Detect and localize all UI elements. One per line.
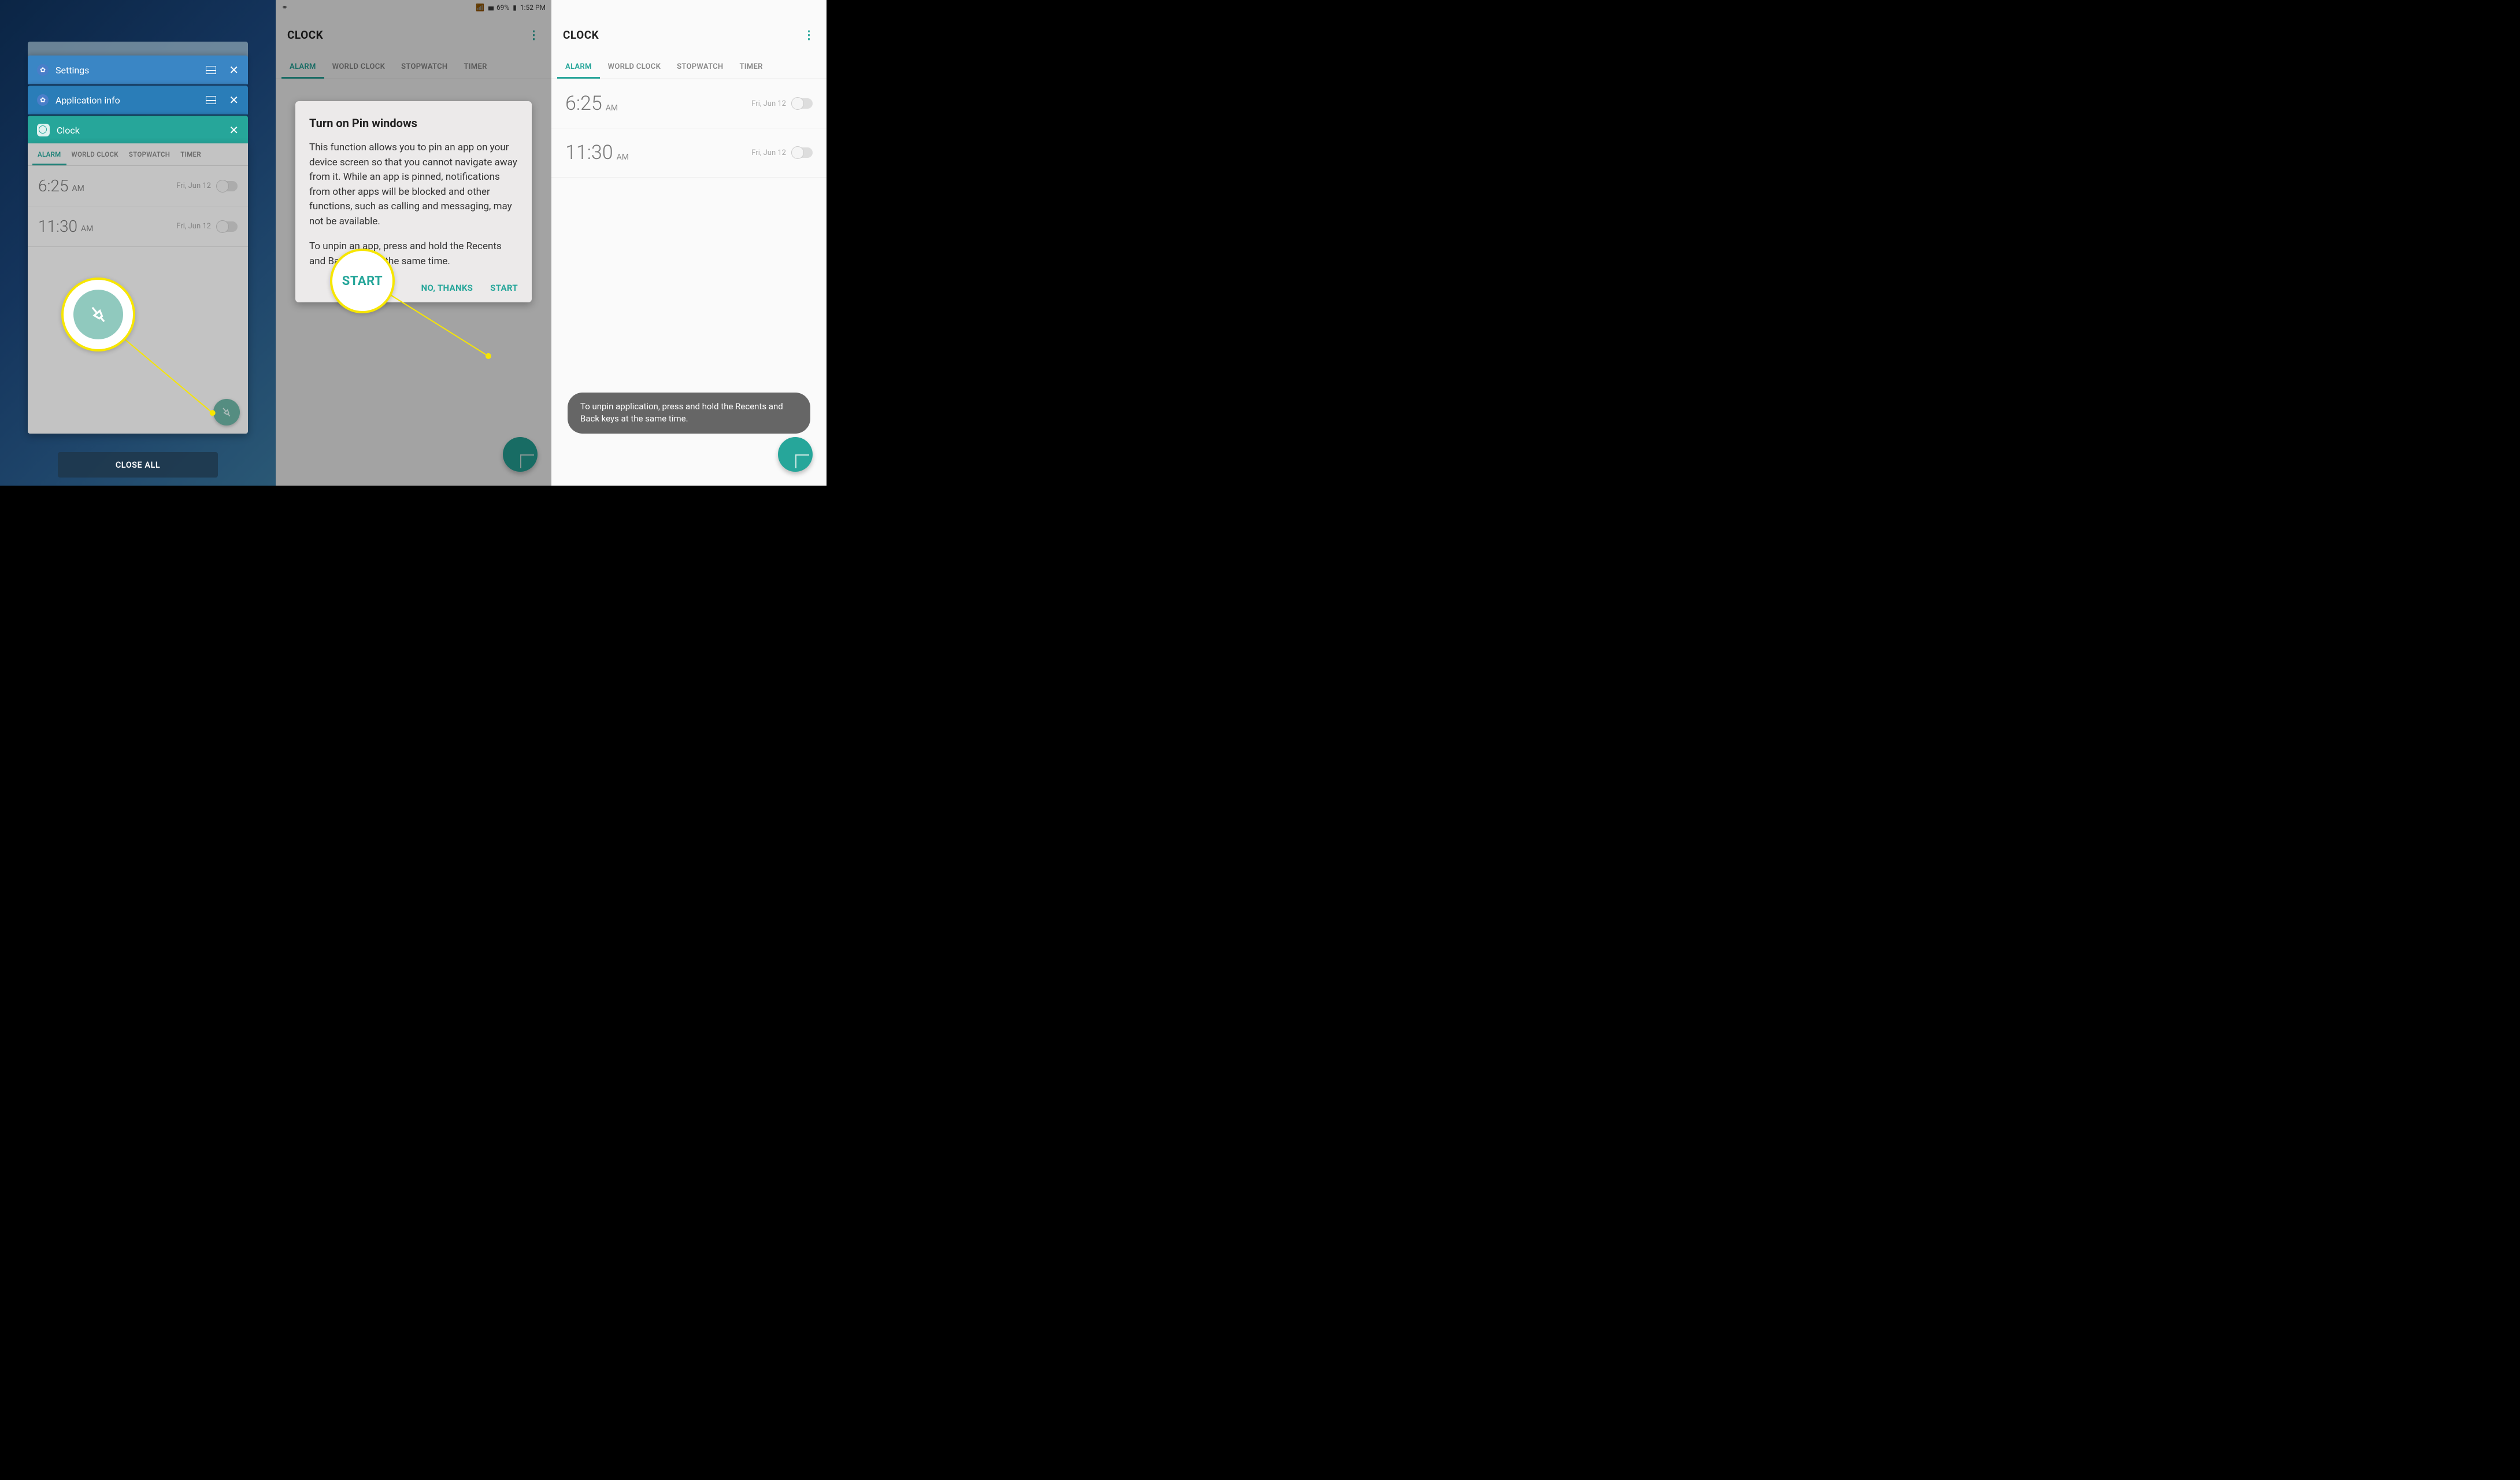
alarm-time: 11:30 xyxy=(38,217,77,236)
clock-tabs: ALARM WORLD CLOCK STOPWATCH TIMER xyxy=(551,56,827,79)
alarm-date: Fri, Jun 12 xyxy=(751,99,786,108)
highlight-start-circle: START xyxy=(330,249,395,313)
add-alarm-button[interactable] xyxy=(503,437,538,472)
alarm-row[interactable]: 6:25 AM Fri, Jun 12 xyxy=(551,79,827,128)
clock-header: CLOCK ⋮ xyxy=(551,15,827,47)
page-title: CLOCK xyxy=(563,28,599,42)
unpin-toast: To unpin application, press and hold the… xyxy=(568,393,810,434)
tab-timer[interactable]: TIMER xyxy=(731,56,770,79)
alarm-date: Fri, Jun 12 xyxy=(176,182,211,190)
recents-card-clock-body[interactable]: ALARM WORLD CLOCK STOPWATCH TIMER 6:25 A… xyxy=(28,143,248,434)
clock-tabs: ALARM WORLD CLOCK STOPWATCH TIMER xyxy=(276,56,551,79)
tab-world-clock[interactable]: WORLD CLOCK xyxy=(66,143,124,165)
gear-icon: ✿ xyxy=(37,64,49,76)
alarm-date: Fri, Jun 12 xyxy=(751,149,786,157)
tab-alarm[interactable]: ALARM xyxy=(281,56,324,79)
close-icon[interactable]: ✕ xyxy=(229,93,239,107)
battery-icon: ▮ xyxy=(513,3,517,12)
status-time: 1:52 PM xyxy=(520,3,546,12)
no-thanks-button[interactable]: NO, THANKS xyxy=(421,283,473,293)
wifi-icon: 📶 xyxy=(476,3,484,12)
highlight-pin-circle xyxy=(61,278,135,352)
tab-world-clock[interactable]: WORLD CLOCK xyxy=(600,56,669,79)
recents-card-clock-header[interactable]: Clock ✕ xyxy=(28,116,248,145)
card-title: Application info xyxy=(55,95,120,106)
clock-icon xyxy=(37,124,50,136)
start-button[interactable]: START xyxy=(490,283,518,293)
tab-alarm[interactable]: ALARM xyxy=(557,56,600,79)
alarm-toggle[interactable] xyxy=(792,147,813,158)
alarm-ampm: AM xyxy=(81,224,93,234)
highlight-connector xyxy=(391,295,488,357)
tab-stopwatch[interactable]: STOPWATCH xyxy=(124,143,175,165)
alarm-row[interactable]: 11:30 AM Fri, Jun 12 xyxy=(551,128,827,177)
panel-recents: ✿ Settings ✕ ✿ Application info ✕ Clock … xyxy=(0,0,276,486)
dialog-body: This function allows you to pin an app o… xyxy=(309,140,518,229)
tab-alarm[interactable]: ALARM xyxy=(32,143,66,165)
split-screen-icon[interactable] xyxy=(206,96,216,104)
close-all-button[interactable]: CLOSE ALL xyxy=(58,452,218,478)
panel-clock-pinned: CLOCK ⋮ ALARM WORLD CLOCK STOPWATCH TIME… xyxy=(551,0,827,486)
tab-timer[interactable]: TIMER xyxy=(175,143,206,165)
alarm-row[interactable]: 6:25 AM Fri, Jun 12 xyxy=(28,166,248,206)
alarm-toggle[interactable] xyxy=(217,221,238,232)
recents-card-settings[interactable]: ✿ Settings ✕ xyxy=(28,56,248,84)
pin-window-button[interactable] xyxy=(213,399,240,426)
close-icon[interactable]: ✕ xyxy=(229,63,239,77)
alarm-time: 6:25 xyxy=(38,176,68,195)
clock-tabs: ALARM WORLD CLOCK STOPWATCH TIMER xyxy=(28,143,248,166)
split-screen-icon[interactable] xyxy=(206,66,216,74)
overflow-menu-icon[interactable]: ⋮ xyxy=(803,28,816,42)
alarm-ampm: AM xyxy=(617,153,629,162)
overflow-menu-icon[interactable]: ⋮ xyxy=(528,28,540,42)
voicemail-icon: ⚭ xyxy=(281,3,288,12)
dialog-title: Turn on Pin windows xyxy=(309,116,518,130)
tab-stopwatch[interactable]: STOPWATCH xyxy=(393,56,455,79)
panel-pin-dialog: ⚭ 📶 69% ▮ 1:52 PM CLOCK ⋮ ALARM WORLD CL… xyxy=(276,0,551,486)
alarm-time: 6:25 xyxy=(565,92,602,115)
add-alarm-button[interactable] xyxy=(778,437,813,472)
battery-pct: 69% xyxy=(496,3,509,12)
clock-header: CLOCK ⋮ xyxy=(276,15,551,47)
page-title: CLOCK xyxy=(287,28,323,42)
pin-icon xyxy=(73,290,123,339)
alarm-time: 11:30 xyxy=(565,141,613,164)
tab-world-clock[interactable]: WORLD CLOCK xyxy=(324,56,393,79)
alarm-toggle[interactable] xyxy=(217,181,238,191)
alarm-ampm: AM xyxy=(72,184,84,193)
highlight-start-label: START xyxy=(342,274,383,288)
tab-timer[interactable]: TIMER xyxy=(455,56,495,79)
recents-stack: ✿ Settings ✕ ✿ Application info ✕ Clock … xyxy=(0,0,276,486)
signal-icon xyxy=(488,3,493,12)
tab-stopwatch[interactable]: STOPWATCH xyxy=(669,56,731,79)
alarm-toggle[interactable] xyxy=(792,98,813,109)
alarm-date: Fri, Jun 12 xyxy=(176,222,211,231)
status-bar: ⚭ 📶 69% ▮ 1:52 PM xyxy=(276,0,551,15)
card-title: Clock xyxy=(57,125,80,136)
recents-card-appinfo[interactable]: ✿ Application info ✕ xyxy=(28,86,248,114)
alarm-ampm: AM xyxy=(606,103,618,113)
close-icon[interactable]: ✕ xyxy=(229,123,239,137)
gear-icon: ✿ xyxy=(37,94,49,106)
card-title: Settings xyxy=(55,65,89,76)
alarm-row[interactable]: 11:30 AM Fri, Jun 12 xyxy=(28,206,248,247)
